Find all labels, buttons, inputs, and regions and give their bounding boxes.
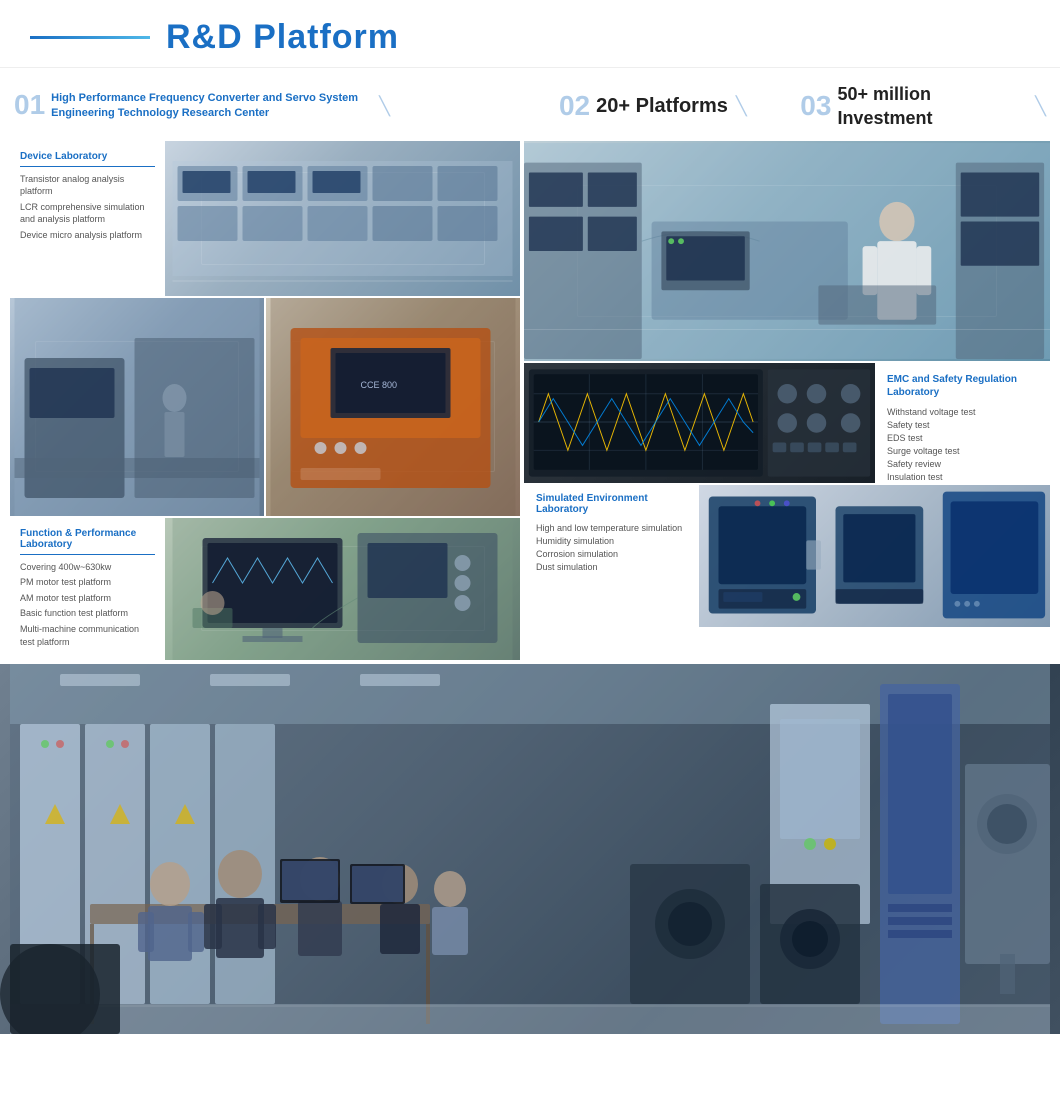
emc-item-3: EDS test [887, 433, 1038, 443]
sim-item-1: High and low temperature simulation [536, 523, 687, 533]
right-mid-row: EMC and Safety Regulation Laboratory Wit… [524, 363, 1050, 483]
sim-item-2: Humidity simulation [536, 536, 687, 546]
section-num-3: 03 [800, 92, 831, 120]
emc-lab-info: EMC and Safety Regulation Laboratory Wit… [875, 363, 1050, 483]
function-lab-item-2: PM motor test platform [20, 576, 155, 589]
section-text-3: 50+ million Investment [837, 82, 1027, 131]
header-accent-line [30, 36, 150, 39]
emc-item-5: Safety review [887, 459, 1038, 469]
simulated-lab-items: High and low temperature simulation Humi… [536, 523, 687, 572]
simulated-lab-info: Simulated Environment Laboratory High an… [524, 485, 699, 627]
main-content: Device Laboratory Transistor analog anal… [0, 141, 1060, 660]
function-lab-title: Function & Performance Laboratory [20, 528, 155, 555]
emc-lab-title: EMC and Safety Regulation Laboratory [887, 373, 1038, 399]
section-arrow-1: ╲ [379, 96, 390, 117]
device-lab-desc: Transistor analog analysis platform LCR … [20, 173, 155, 242]
machine-img-2: CCE 800 [266, 298, 520, 516]
device-lab-info: Device Laboratory Transistor analog anal… [10, 141, 165, 296]
function-row: Function & Performance Laboratory Coveri… [10, 518, 520, 660]
function-lab-info: Function & Performance Laboratory Coveri… [10, 518, 165, 660]
svg-text:CCE 800: CCE 800 [361, 380, 398, 390]
simulated-env-row: Simulated Environment Laboratory High an… [524, 485, 1050, 627]
function-lab-item-1: Covering 400w~630kw [20, 561, 155, 574]
function-lab-item-4: Basic function test platform [20, 607, 155, 620]
section-num-2: 02 [559, 92, 590, 120]
device-lab-title: Device Laboratory [20, 151, 155, 167]
device-lab-image [165, 141, 520, 296]
emc-lab-items: Withstand voltage test Safety test EDS t… [887, 407, 1038, 495]
device-lab-row: Device Laboratory Transistor analog anal… [10, 141, 520, 296]
device-lab-item-3: Device micro analysis platform [20, 229, 155, 242]
section-label-3: 03 50+ million Investment ╲ [800, 82, 1046, 131]
section-arrow-3: ╲ [1035, 96, 1046, 117]
device-lab-item-2: LCR comprehensive simulation and analysi… [20, 201, 155, 226]
oscilloscope-image [524, 363, 875, 483]
machine-img-1 [10, 298, 264, 516]
section-num-1: 01 [14, 91, 45, 119]
right-top-lab-image [524, 141, 1050, 361]
machines-row: CCE 800 [10, 298, 520, 516]
function-lab-desc: Covering 400w~630kw PM motor test platfo… [20, 561, 155, 649]
section-arrow-2: ╲ [736, 96, 747, 117]
sim-item-3: Corrosion simulation [536, 549, 687, 559]
section-label-2: 02 20+ Platforms ╲ [505, 92, 800, 120]
function-lab-item-3: AM motor test platform [20, 592, 155, 605]
emc-item-6: Insulation test [887, 472, 1038, 482]
page-header: R&D Platform [0, 0, 1060, 68]
section-text-2: 20+ Platforms [596, 93, 728, 120]
simulated-lab-image [699, 485, 1050, 627]
page-title: R&D Platform [166, 18, 399, 57]
right-column: EMC and Safety Regulation Laboratory Wit… [524, 141, 1050, 660]
bottom-factory-image [0, 664, 1060, 1034]
simulated-lab-title: Simulated Environment Laboratory [536, 493, 687, 515]
function-lab-item-5: Multi-machine communication test platfor… [20, 623, 155, 648]
section-label-1: 01 High Performance Frequency Converter … [14, 91, 505, 121]
emc-item-4: Surge voltage test [887, 446, 1038, 456]
emc-item-1: Withstand voltage test [887, 407, 1038, 417]
function-lab-image [165, 518, 520, 660]
section-text-1: High Performance Frequency Converter and… [51, 91, 371, 121]
emc-item-2: Safety test [887, 420, 1038, 430]
sim-item-4: Dust simulation [536, 562, 687, 572]
section-labels-row: 01 High Performance Frequency Converter … [0, 68, 1060, 141]
device-lab-item-1: Transistor analog analysis platform [20, 173, 155, 198]
left-column: Device Laboratory Transistor analog anal… [10, 141, 520, 660]
